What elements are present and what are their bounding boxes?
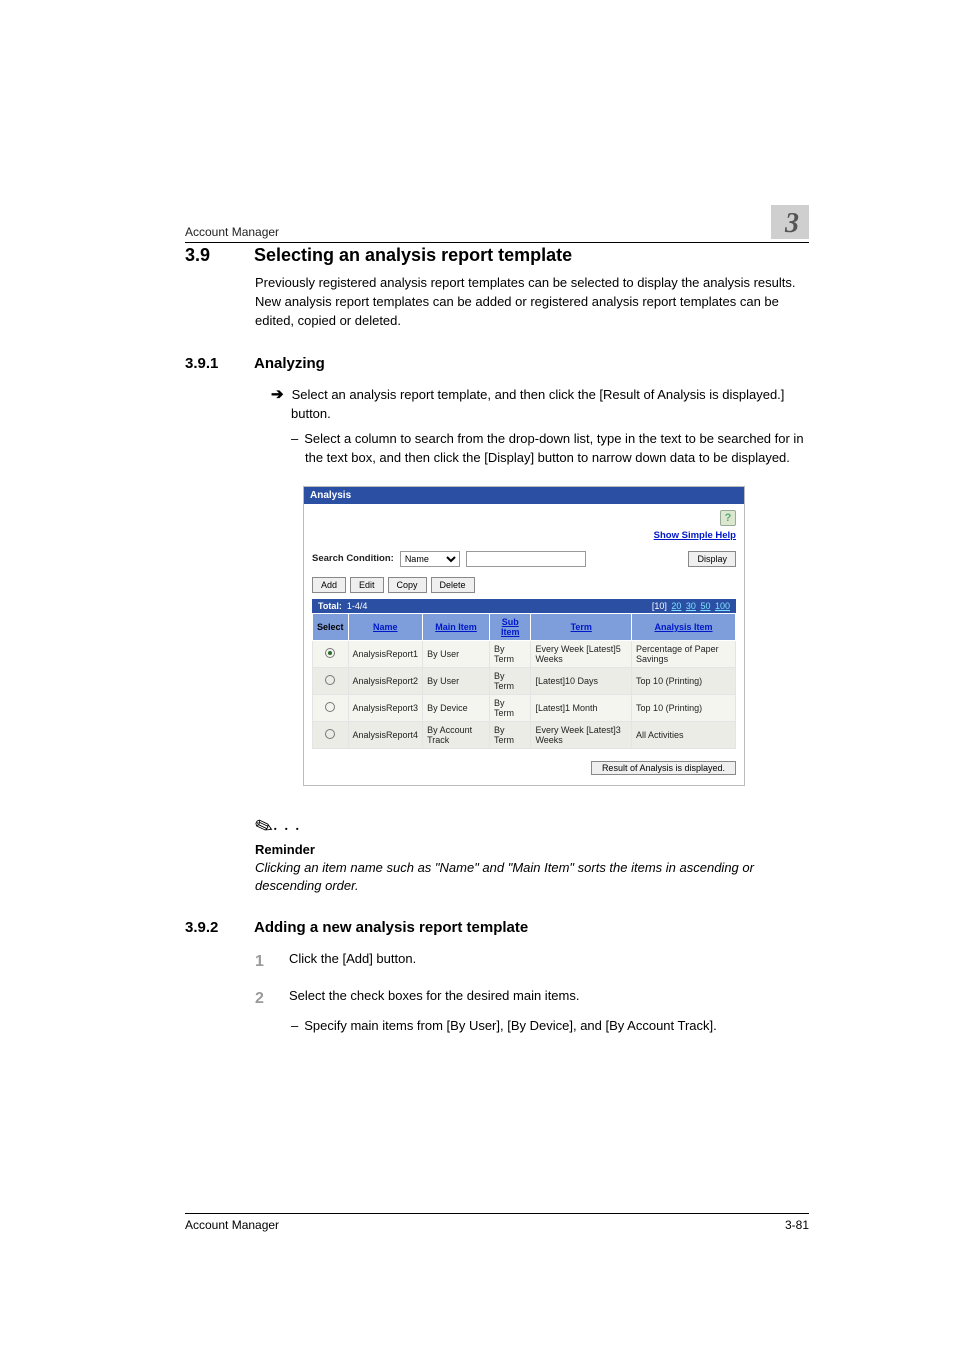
cell-name: AnalysisReport1: [348, 640, 423, 667]
total-label: Total:: [318, 601, 342, 611]
subsection-title: Analyzing: [254, 355, 325, 372]
row-radio[interactable]: [325, 675, 335, 685]
section-number: 3.9: [185, 245, 230, 266]
pager: [10] 20 30 50 100: [652, 601, 730, 611]
dots-icon: . . .: [273, 819, 301, 834]
cell-sub: By Term: [490, 721, 531, 748]
col-term[interactable]: Term: [531, 613, 632, 640]
section-heading: 3.9 Selecting an analysis report templat…: [185, 245, 809, 266]
cell-analysis: Top 10 (Printing): [632, 694, 736, 721]
pager-30[interactable]: 30: [686, 601, 696, 611]
row-radio[interactable]: [325, 729, 335, 739]
cell-term: [Latest]1 Month: [531, 694, 632, 721]
cell-term: [Latest]10 Days: [531, 667, 632, 694]
total-bar: Total: 1-4/4 [10] 20 30 50 100: [312, 599, 736, 613]
cell-analysis: Percentage of Paper Savings: [632, 640, 736, 667]
cell-main: By User: [423, 640, 490, 667]
step-text: Click the [Add] button.: [289, 950, 416, 973]
cell-term: Every Week [Latest]5 Weeks: [531, 640, 632, 667]
subsection-heading: 3.9.2 Adding a new analysis report templ…: [185, 919, 809, 936]
subsection-number: 3.9.1: [185, 355, 230, 372]
cell-sub: By Term: [490, 640, 531, 667]
help-icon[interactable]: ?: [720, 510, 736, 526]
procedure-step: ➔ Select an analysis report template, and…: [271, 384, 809, 425]
cell-main: By User: [423, 667, 490, 694]
table-row: AnalysisReport2 By User By Term [Latest]…: [313, 667, 736, 694]
footer-right: 3-81: [785, 1218, 809, 1232]
cell-analysis: Top 10 (Printing): [632, 667, 736, 694]
analysis-screenshot: Analysis ? Show Simple Help Search Condi…: [303, 486, 745, 786]
display-button[interactable]: Display: [688, 551, 736, 567]
procedure-subnote: –Select a column to search from the drop…: [291, 430, 809, 468]
row-radio[interactable]: [325, 702, 335, 712]
show-simple-help-link[interactable]: Show Simple Help: [654, 530, 736, 541]
col-analysis-item[interactable]: Analysis Item: [632, 613, 736, 640]
cell-sub: By Term: [490, 694, 531, 721]
col-sub-item[interactable]: Sub Item: [490, 613, 531, 640]
row-radio[interactable]: [325, 648, 335, 658]
cell-term: Every Week [Latest]3 Weeks: [531, 721, 632, 748]
search-condition-select[interactable]: Name: [400, 551, 460, 567]
procedure-text: Select an analysis report template, and …: [291, 387, 784, 422]
chapter-badge: 3: [771, 205, 809, 239]
subsection-title: Adding a new analysis report template: [254, 919, 528, 936]
section-title: Selecting an analysis report template: [254, 245, 572, 266]
subsection-heading: 3.9.1 Analyzing: [185, 355, 809, 372]
subsection-number: 3.9.2: [185, 919, 230, 936]
cell-main: By Account Track: [423, 721, 490, 748]
col-select: Select: [313, 613, 349, 640]
cell-name: AnalysisReport2: [348, 667, 423, 694]
step-number: 2: [255, 987, 275, 1010]
table-row: AnalysisReport4 By Account Track By Term…: [313, 721, 736, 748]
reminder-label: Reminder: [255, 842, 809, 857]
arrow-icon: ➔: [271, 386, 284, 403]
subnote-text: Specify main items from [By User], [By D…: [304, 1018, 717, 1033]
add-button[interactable]: Add: [312, 577, 346, 593]
reminder-text: Clicking an item name such as "Name" and…: [255, 859, 809, 895]
search-condition-input[interactable]: [466, 551, 586, 567]
chapter-number: 3: [785, 208, 803, 239]
result-of-analysis-button[interactable]: Result of Analysis is displayed.: [591, 761, 736, 775]
cell-analysis: All Activities: [632, 721, 736, 748]
search-condition-label: Search Condition:: [312, 553, 394, 564]
running-title: Account Manager: [185, 225, 279, 239]
table-row: AnalysisReport3 By Device By Term [Lates…: [313, 694, 736, 721]
col-main-item[interactable]: Main Item: [423, 613, 490, 640]
reminder-block: ✎. . . Reminder Clicking an item name su…: [255, 814, 809, 895]
dash-icon: –: [291, 1018, 298, 1033]
step: 2 Select the check boxes for the desired…: [255, 987, 809, 1010]
step-subnote: –Specify main items from [By User], [By …: [291, 1017, 809, 1036]
cell-sub: By Term: [490, 667, 531, 694]
cell-name: AnalysisReport3: [348, 694, 423, 721]
col-name[interactable]: Name: [348, 613, 423, 640]
table-row: AnalysisReport1 By User By Term Every We…: [313, 640, 736, 667]
step-number: 1: [255, 950, 275, 973]
running-header: Account Manager 3: [185, 205, 809, 243]
section-intro: Previously registered analysis report te…: [255, 274, 809, 331]
analysis-table: Select Name Main Item Sub Item Term Anal…: [312, 613, 736, 749]
copy-button[interactable]: Copy: [388, 577, 427, 593]
delete-button[interactable]: Delete: [431, 577, 475, 593]
cell-main: By Device: [423, 694, 490, 721]
pager-20[interactable]: 20: [671, 601, 681, 611]
footer-left: Account Manager: [185, 1218, 279, 1232]
dash-icon: –: [291, 431, 298, 446]
page-footer: Account Manager 3-81: [185, 1213, 809, 1232]
cell-name: AnalysisReport4: [348, 721, 423, 748]
total-range: 1-4/4: [347, 601, 368, 611]
pager-100[interactable]: 100: [715, 601, 730, 611]
subnote-text: Select a column to search from the drop-…: [304, 431, 803, 465]
edit-button[interactable]: Edit: [350, 577, 384, 593]
panel-title: Analysis: [304, 487, 744, 504]
step-text: Select the check boxes for the desired m…: [289, 987, 579, 1010]
pager-current: [10]: [652, 601, 667, 611]
step: 1 Click the [Add] button.: [255, 950, 809, 973]
pager-50[interactable]: 50: [700, 601, 710, 611]
